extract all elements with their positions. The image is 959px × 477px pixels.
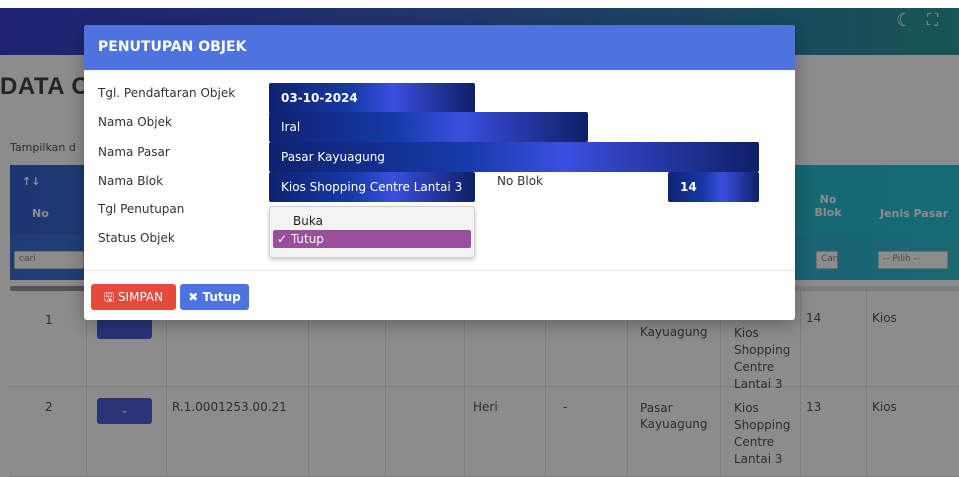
close-icon: ✖ [188, 290, 199, 304]
status-option-tutup[interactable]: ✓ Tutup [273, 230, 471, 248]
label-tgl-pendaftaran: Tgl. Pendaftaran Objek [98, 86, 236, 100]
label-tgl-penutupan: Tgl Penutupan [98, 202, 185, 216]
modal-title: PENUTUPAN OBJEK [98, 39, 247, 55]
label-status-objek: Status Objek [98, 231, 175, 245]
status-dropdown[interactable]: Buka ✓ Tutup [269, 206, 475, 258]
nama-objek-field[interactable]: Iral [269, 112, 588, 142]
tgl-pendaftaran-field[interactable]: 03-10-2024 [269, 83, 475, 113]
label-nama-pasar: Nama Pasar [98, 145, 170, 159]
label-nama-objek: Nama Objek [98, 115, 172, 129]
save-label: SIMPAN [117, 290, 164, 304]
label-no-blok: No Blok [497, 174, 543, 188]
nama-blok-field[interactable]: Kios Shopping Centre Lantai 3 [269, 172, 475, 202]
close-button[interactable]: ✖ Tutup [180, 284, 249, 310]
nama-pasar-field[interactable]: Pasar Kayuagung [269, 142, 759, 172]
save-icon: 🖫 [103, 290, 115, 304]
closing-object-modal: PENUTUPAN OBJEK Tgl. Pendaftaran Objek N… [84, 25, 795, 320]
modal-header: PENUTUPAN OBJEK [84, 25, 795, 70]
close-label: Tutup [202, 290, 241, 304]
top-strip [0, 0, 959, 8]
no-blok-field[interactable]: 14 [668, 172, 759, 202]
status-option-buka[interactable]: Buka [273, 212, 471, 230]
label-nama-blok: Nama Blok [98, 174, 164, 188]
modal-divider [84, 270, 795, 271]
save-button[interactable]: 🖫 SIMPAN [91, 284, 176, 310]
